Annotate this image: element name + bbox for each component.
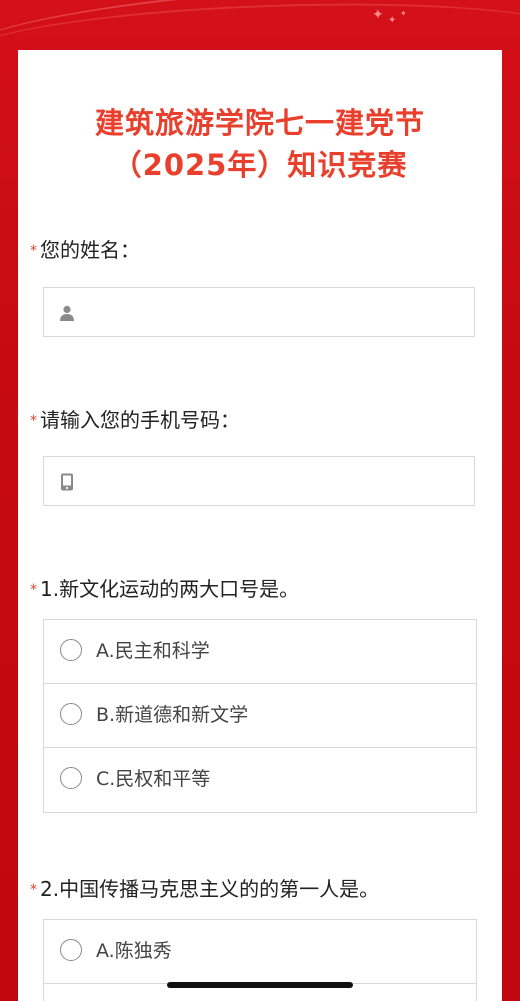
question-text: 您的姓名： [40, 238, 140, 262]
option-label: C.民权和平等 [96, 768, 211, 790]
person-icon [60, 305, 74, 321]
sparkle-icon: ✦ [388, 15, 397, 26]
required-marker: * [30, 882, 37, 898]
sparkle-icon: ✦ [400, 9, 407, 18]
required-marker: * [30, 243, 37, 259]
question-2-options: A.陈独秀 [43, 919, 477, 1001]
option-label: A.民主和科学 [96, 640, 210, 662]
question-2-label: * 2.中国传播马克思主义的的第一人是。 [30, 875, 379, 904]
option-label: B.新道德和新文学 [96, 704, 249, 726]
question-1-label: * 1.新文化运动的两大口号是。 [30, 575, 299, 604]
option-b[interactable]: B.新道德和新文学 [44, 684, 476, 748]
question-name-label: * 您的姓名： [30, 236, 140, 265]
survey-title: 建筑旅游学院七一建党节 （2025年）知识竞赛 [18, 102, 502, 186]
home-indicator[interactable] [167, 982, 353, 988]
sparkle-icon: ✦ [372, 7, 384, 23]
required-marker: * [30, 413, 37, 429]
survey-title-line: （2025年）知识竞赛 [112, 148, 408, 182]
phone-input-box[interactable] [43, 456, 475, 507]
survey-title-line: 建筑旅游学院七一建党节 [94, 106, 425, 140]
radio-button[interactable] [60, 639, 82, 661]
question-text: 请输入您的手机号码： [40, 408, 240, 432]
question-1-options: A.民主和科学 B.新道德和新文学 C.民权和平等 [43, 619, 477, 813]
radio-button[interactable] [60, 703, 82, 725]
option-a[interactable]: A.陈独秀 [44, 920, 476, 984]
option-c[interactable]: C.民权和平等 [44, 748, 476, 812]
survey-card: 建筑旅游学院七一建党节 （2025年）知识竞赛 * 您的姓名： * 请输入您的手机号… [18, 50, 502, 1001]
phone-input[interactable] [88, 457, 472, 507]
option-label: A.陈独秀 [96, 940, 172, 962]
mobile-phone-icon [61, 473, 73, 491]
radio-button[interactable] [60, 767, 82, 789]
question-phone-label: * 请输入您的手机号码： [30, 406, 240, 435]
radio-button[interactable] [60, 939, 82, 961]
option-a[interactable]: A.民主和科学 [44, 620, 476, 684]
question-text: 1.新文化运动的两大口号是。 [40, 577, 300, 601]
question-text: 2.中国传播马克思主义的的第一人是。 [40, 877, 380, 901]
name-input-box[interactable] [43, 287, 475, 338]
name-input[interactable] [88, 288, 472, 338]
required-marker: * [30, 582, 37, 598]
